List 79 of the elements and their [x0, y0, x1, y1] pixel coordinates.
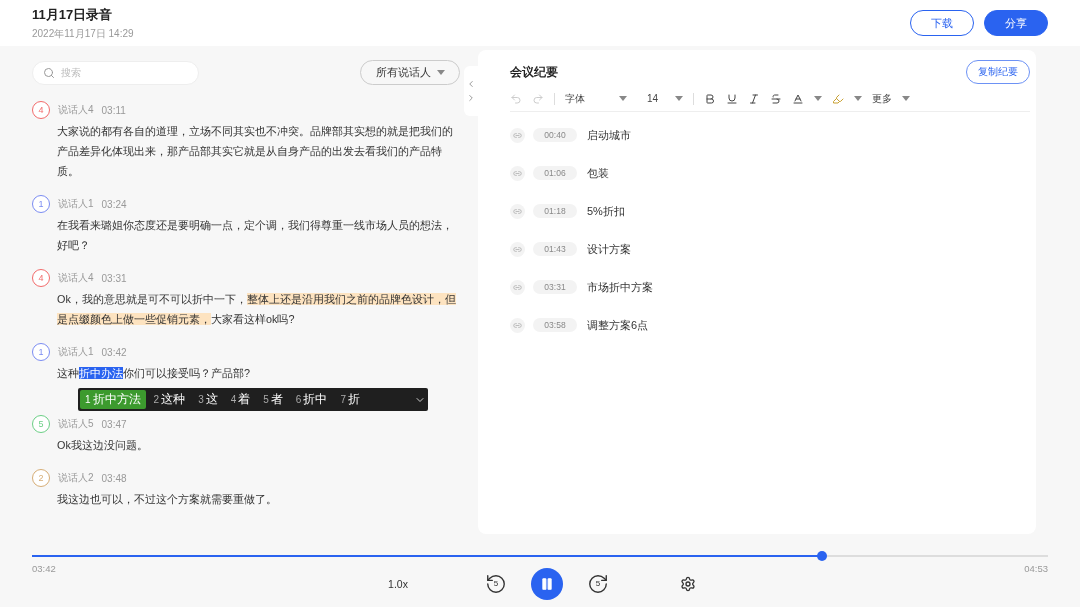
bold-icon[interactable] — [704, 92, 716, 105]
download-button[interactable]: 下载 — [910, 10, 974, 36]
speaker-avatar: 1 — [32, 343, 50, 361]
ime-candidate[interactable]: 2 这种 — [148, 390, 191, 409]
search-icon — [43, 66, 55, 79]
ime-candidate[interactable]: 7 折 — [335, 390, 365, 409]
link-icon[interactable] — [510, 279, 525, 295]
ime-candidate[interactable]: 5 者 — [258, 390, 288, 409]
expand-right-icon[interactable] — [466, 93, 476, 103]
ime-candidate[interactable]: 1 折中方法 — [80, 390, 146, 409]
link-icon[interactable] — [510, 241, 525, 257]
minutes-item: 包装 — [587, 165, 609, 181]
highlighter-icon[interactable] — [832, 92, 844, 105]
progress-handle[interactable] — [817, 551, 828, 561]
link-icon[interactable] — [510, 127, 525, 143]
italic-icon[interactable] — [748, 92, 760, 105]
speed-button[interactable]: 1.0x — [382, 578, 414, 590]
minutes-item: 5%折扣 — [587, 203, 625, 219]
settings-icon[interactable] — [680, 576, 696, 592]
timestamp: 03:11 — [101, 104, 126, 116]
speaker-name: 说话人1 — [58, 197, 94, 211]
speaker-avatar: 4 — [32, 101, 50, 119]
size-caret-icon — [675, 96, 683, 101]
pause-button[interactable] — [531, 568, 563, 600]
strikethrough-icon[interactable] — [770, 92, 782, 105]
minutes-title: 会议纪要 — [510, 64, 558, 80]
timestamp: 03:24 — [101, 198, 127, 210]
link-icon[interactable] — [510, 317, 525, 333]
timestamp: 03:31 — [101, 272, 127, 284]
pause-icon — [540, 577, 554, 591]
search-box[interactable]: 搜索 — [32, 60, 199, 85]
speaker-name: 说话人4 — [58, 271, 94, 285]
timestamp: 03:47 — [101, 418, 127, 430]
transcript-text: Ok我这边没问题。 — [57, 438, 149, 453]
copy-minutes-button[interactable]: 复制纪要 — [966, 60, 1030, 84]
speaker-avatar: 5 — [32, 415, 50, 433]
ime-candidate[interactable]: 3 这 — [193, 390, 223, 409]
recording-date: 2022年11月17日 14:29 — [32, 26, 134, 41]
speaker-name: 说话人5 — [58, 417, 94, 431]
ime-candidate[interactable]: 4 着 — [225, 390, 256, 409]
highlight-caret-icon — [854, 96, 862, 101]
skip-forward-button[interactable]: 5 — [586, 572, 610, 596]
speaker-name: 说话人1 — [58, 345, 94, 359]
link-icon[interactable] — [510, 165, 525, 181]
underline-icon[interactable] — [726, 92, 738, 105]
minutes-item: 启动城市 — [587, 127, 631, 143]
speaker-avatar: 1 — [32, 195, 50, 213]
font-size-selector[interactable]: 14 — [647, 93, 665, 104]
recording-title: 11月17日录音 — [32, 5, 114, 24]
search-field[interactable]: 搜索 — [59, 66, 179, 79]
ime-candidate[interactable]: 6 折中 — [290, 390, 333, 409]
font-selector[interactable]: 字体 — [565, 91, 609, 106]
timestamp: 03:48 — [101, 472, 127, 484]
minutes-item: 设计方案 — [587, 241, 631, 257]
speaker-name: 说话人2 — [58, 471, 94, 485]
font-caret-icon — [619, 96, 627, 101]
speaker-avatar: 2 — [32, 469, 50, 487]
more-caret-icon — [902, 96, 910, 101]
transcript-text: 在我看来璐姐你态度还是要明确一点，定个调，我们得尊重一线市场人员的想法，好吧？ — [57, 218, 454, 253]
transcript-text: 这种折中办法你们可以接受吗？产品部? — [57, 366, 251, 381]
transcript-text: Ok，我的意思就是可不可以折中一下，整体上还是沿用我们之前的品牌色设计，但是点缀颜色上做一些促销元素，大家看这样ok吗? — [57, 292, 457, 327]
more-menu[interactable]: 更多 — [872, 91, 892, 106]
text-color-icon[interactable] — [792, 92, 804, 105]
collapse-left-icon[interactable] — [466, 79, 476, 89]
link-icon[interactable] — [510, 203, 525, 219]
speaker-filter-dropdown[interactable]: 所有说话人 — [360, 60, 460, 85]
share-button[interactable]: 分享 — [984, 10, 1048, 36]
skip-back-button[interactable]: 5 — [484, 572, 508, 596]
current-time: 03:42 — [32, 563, 56, 574]
minutes-item: 调整方案6点 — [587, 317, 649, 333]
total-time: 04:53 — [1024, 563, 1048, 574]
dropdown-caret-icon — [436, 70, 445, 75]
speaker-avatar: 4 — [32, 269, 50, 287]
color-caret-icon — [814, 96, 822, 101]
transcript-text: 我这边也可以，不过这个方案就需要重做了。 — [57, 492, 278, 507]
timestamp: 03:42 — [101, 346, 127, 358]
transcript-text: 大家说的都有各自的道理，立场不同其实也不冲突。品牌部其实想的就是把我们的产品差异化体现出来，那产品部其实它就是从自身产品的出发去看我们的产品特质。 — [57, 124, 454, 179]
speaker-name: 说话人4 — [58, 103, 94, 117]
minutes-item: 市场折中方案 — [587, 279, 653, 295]
